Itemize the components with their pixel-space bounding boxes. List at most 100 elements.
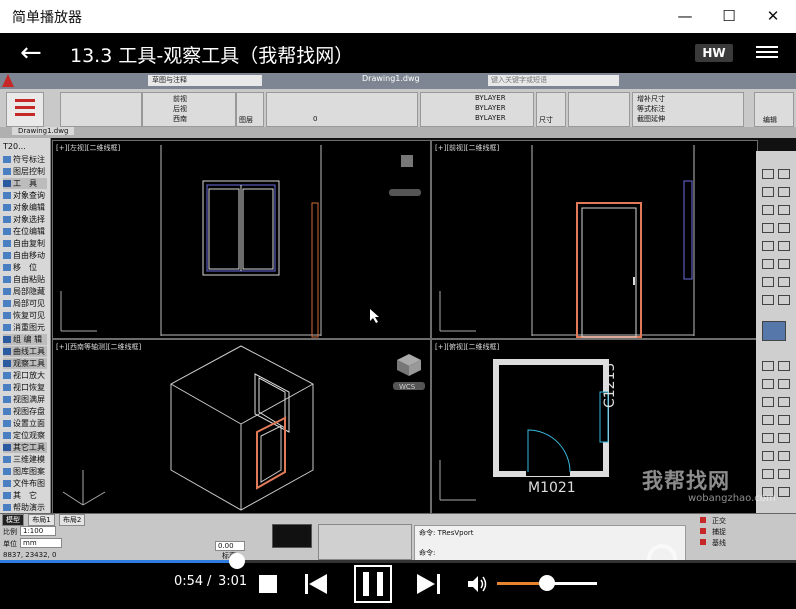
side-menu-item[interactable]: 在位编辑 bbox=[3, 226, 45, 237]
toolbar-tool-icon[interactable] bbox=[762, 259, 774, 269]
side-menu-item[interactable]: 局部可见 bbox=[3, 298, 45, 309]
toolbar-tool-icon[interactable] bbox=[762, 277, 774, 287]
toolbar-tool-icon[interactable] bbox=[778, 433, 790, 443]
toolbar-tool-icon[interactable] bbox=[778, 361, 790, 371]
hw-badge-button[interactable]: HW bbox=[695, 44, 733, 62]
side-menu-item[interactable]: 帮助演示 bbox=[3, 502, 45, 513]
toolbar-tool-icon[interactable] bbox=[778, 469, 790, 479]
toolbar-tool-icon[interactable] bbox=[762, 451, 774, 461]
ribbon-group-properties[interactable]: BYLAYER BYLAYER BYLAYER bbox=[420, 92, 534, 127]
side-menu-item[interactable]: 观察工具 bbox=[3, 358, 47, 369]
side-menu-item[interactable]: 自由粘贴 bbox=[3, 274, 45, 285]
toolbar-tool-icon[interactable] bbox=[778, 397, 790, 407]
seek-bar-handle[interactable] bbox=[229, 553, 246, 569]
viewport-front-view[interactable]: [+][前视][二维线框] bbox=[431, 140, 758, 339]
toolbar-tool-icon[interactable] bbox=[762, 415, 774, 425]
toolbar-tool-icon[interactable] bbox=[778, 487, 790, 497]
toolbar-tool-icon[interactable] bbox=[778, 277, 790, 287]
ribbon-group-views[interactable]: 前视 后视 西南 bbox=[142, 92, 236, 127]
toolbar-tool-icon[interactable] bbox=[762, 361, 774, 371]
cad-workspace-select[interactable]: 草图与注释 bbox=[148, 75, 262, 86]
status-ortho[interactable]: 正交 bbox=[712, 516, 726, 526]
ribbon-group-modify[interactable] bbox=[568, 92, 630, 127]
toolbar-tool-icon[interactable] bbox=[778, 415, 790, 425]
side-menu-item[interactable]: 对象编辑 bbox=[3, 202, 45, 213]
maximize-button[interactable]: ☐ bbox=[712, 4, 746, 28]
volume-slider[interactable] bbox=[497, 575, 597, 591]
cad-search-input[interactable]: 键入关键字或短语 bbox=[488, 75, 619, 86]
toolbar-tool-icon[interactable] bbox=[762, 187, 774, 197]
side-menu-item[interactable]: 符号标注 bbox=[3, 154, 45, 165]
layout-tab-2[interactable]: 布局2 bbox=[58, 514, 86, 526]
side-menu-item[interactable]: 其 它 bbox=[3, 490, 37, 501]
toolbar-tool-icon[interactable] bbox=[778, 451, 790, 461]
volume-icon[interactable] bbox=[468, 575, 488, 593]
t20-logo-icon[interactable] bbox=[6, 92, 44, 127]
previous-button[interactable] bbox=[305, 574, 329, 594]
next-button[interactable] bbox=[417, 574, 441, 594]
toolbar-tool-icon[interactable] bbox=[778, 295, 790, 305]
side-menu-item[interactable]: 恢复可见 bbox=[3, 310, 45, 321]
toolbar-tool-icon[interactable] bbox=[762, 433, 774, 443]
back-arrow-icon[interactable]: ← bbox=[20, 39, 42, 67]
side-menu-item[interactable]: 自由移动 bbox=[3, 250, 45, 261]
layout-tab-1[interactable]: 布局1 bbox=[28, 514, 55, 526]
side-menu-item[interactable]: 视图存盘 bbox=[3, 406, 45, 417]
toolbar-tool-icon[interactable] bbox=[778, 223, 790, 233]
side-menu-item[interactable]: 其它工具 bbox=[3, 442, 47, 453]
cad-document-tab[interactable]: Drawing1.dwg bbox=[12, 127, 75, 135]
side-menu-item[interactable]: 工 具 bbox=[3, 178, 47, 189]
toolbar-tool-icon[interactable] bbox=[762, 379, 774, 389]
side-menu-item[interactable]: 文件布图 bbox=[3, 478, 45, 489]
minimize-button[interactable]: — bbox=[668, 4, 702, 28]
scale-select[interactable]: 1:100 bbox=[20, 526, 57, 536]
menu-icon[interactable] bbox=[756, 43, 778, 61]
toolbar-tool-icon[interactable] bbox=[778, 205, 790, 215]
edit-button[interactable]: 编辑 bbox=[754, 92, 794, 127]
side-menu-item[interactable]: 定位观察 bbox=[3, 430, 45, 441]
unit-select[interactable]: mm bbox=[20, 538, 62, 548]
side-menu-item[interactable]: 图库图案 bbox=[3, 466, 45, 477]
ribbon-group-layers[interactable]: 0 bbox=[266, 92, 418, 127]
value-field[interactable]: 0.00 bbox=[215, 541, 245, 551]
status-snap[interactable]: 捕捉 bbox=[712, 527, 726, 537]
osnap-toolbar[interactable] bbox=[318, 524, 412, 560]
viewport-southwest-view[interactable]: [+][西南等轴测][二维线框] WCS bbox=[52, 339, 431, 515]
toolbar-tool-icon[interactable] bbox=[762, 397, 774, 407]
side-menu-item[interactable]: 自由复制 bbox=[3, 238, 45, 249]
preview-swatch[interactable] bbox=[272, 524, 312, 548]
toolbar-tool-icon[interactable] bbox=[762, 205, 774, 215]
side-menu-item[interactable]: 视图满屏 bbox=[3, 394, 45, 405]
toolbar-tool-icon[interactable] bbox=[778, 379, 790, 389]
color-swatch-icon[interactable] bbox=[762, 321, 786, 341]
dimension-button[interactable]: 尺寸 bbox=[536, 92, 566, 127]
toolbar-tool-icon[interactable] bbox=[762, 295, 774, 305]
stop-button[interactable] bbox=[259, 575, 277, 593]
toolbar-tool-icon[interactable] bbox=[762, 469, 774, 479]
side-menu-item[interactable]: 对象查询 bbox=[3, 190, 45, 201]
side-menu-item[interactable]: 三维建模 bbox=[3, 454, 45, 465]
volume-handle[interactable] bbox=[539, 575, 555, 591]
toolbar-tool-icon[interactable] bbox=[762, 241, 774, 251]
toolbar-tool-icon[interactable] bbox=[778, 241, 790, 251]
side-menu-item[interactable]: 对象选择 bbox=[3, 214, 45, 225]
close-button[interactable]: ✕ bbox=[756, 4, 790, 28]
side-menu-item[interactable]: 消重图元 bbox=[3, 322, 45, 333]
toolbar-tool-icon[interactable] bbox=[762, 169, 774, 179]
side-menu-item[interactable]: 曲线工具 bbox=[3, 346, 47, 357]
toolbar-tool-icon[interactable] bbox=[762, 223, 774, 233]
toolbar-tool-icon[interactable] bbox=[778, 187, 790, 197]
layer-button[interactable]: 图层 bbox=[236, 92, 264, 127]
side-menu-item[interactable]: 局部隐藏 bbox=[3, 286, 45, 297]
status-baseline[interactable]: 基线 bbox=[712, 538, 726, 548]
seek-bar[interactable] bbox=[0, 553, 796, 569]
side-menu-item[interactable]: 视口放大 bbox=[3, 370, 45, 381]
ribbon-group-annotate[interactable]: 增补尺寸 等式标注 截图延伸 bbox=[632, 92, 744, 127]
toolbar-tool-icon[interactable] bbox=[778, 169, 790, 179]
toolbar-tool-icon[interactable] bbox=[778, 259, 790, 269]
side-menu-item[interactable]: 图层控制 bbox=[3, 166, 45, 177]
pause-button[interactable] bbox=[354, 565, 392, 603]
layout-tab-model[interactable]: 模型 bbox=[2, 514, 24, 526]
side-menu-item[interactable]: 设置立面 bbox=[3, 418, 45, 429]
ribbon-group-draw[interactable] bbox=[60, 92, 142, 127]
